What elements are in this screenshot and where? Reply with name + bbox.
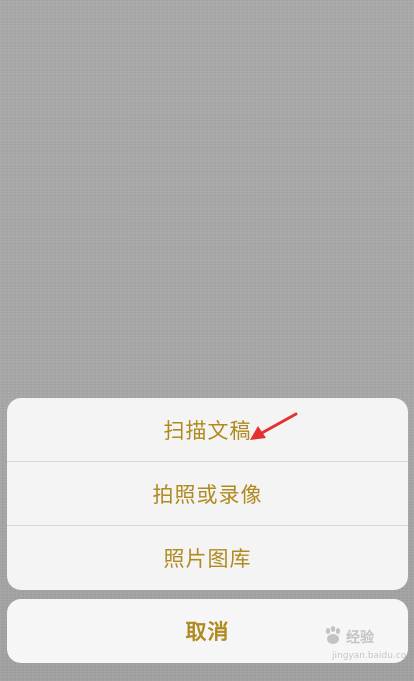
take-photo-or-video-option[interactable]: 拍照或录像	[7, 462, 408, 526]
photo-library-option[interactable]: 照片图库	[7, 526, 408, 590]
red-arrow-icon	[250, 412, 298, 440]
photo-library-label: 照片图库	[163, 547, 252, 571]
paw-logo-icon	[325, 626, 341, 644]
cancel-label: 取消	[185, 620, 230, 644]
watermark: 经验 jingyan.baidu.com	[322, 625, 414, 675]
scan-documents-label: 扫描文稿	[163, 419, 252, 443]
scan-documents-option[interactable]: 扫描文稿	[7, 398, 408, 462]
watermark-url: jingyan.baidu.com	[332, 651, 414, 661]
take-photo-or-video-label: 拍照或录像	[152, 483, 263, 507]
watermark-brand: 经验	[346, 630, 374, 646]
action-sheet-options: 扫描文稿 拍照或录像 照片图库	[7, 398, 408, 590]
